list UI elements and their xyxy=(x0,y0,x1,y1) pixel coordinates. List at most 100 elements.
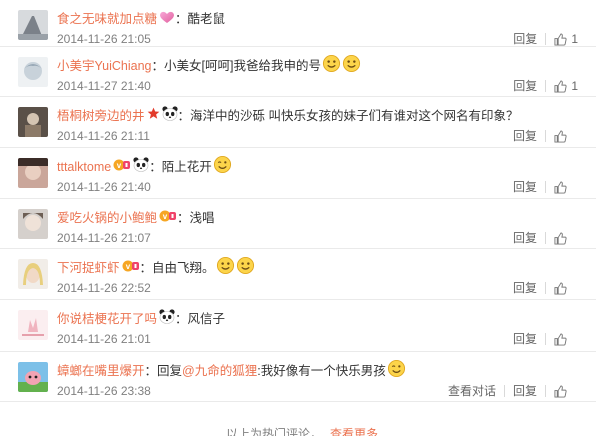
username-link[interactable]: 食之无味就加点糖 xyxy=(57,10,157,28)
thumbs-up-icon xyxy=(554,32,571,46)
action-divider xyxy=(545,232,546,244)
heart-badge-icon xyxy=(159,10,175,29)
reply-prefix: ：回复 xyxy=(144,364,183,378)
panda-badge-icon xyxy=(133,157,149,177)
username-link[interactable]: 下河捉虾虾 xyxy=(57,259,120,277)
wink-emoji-icon xyxy=(387,359,406,383)
thumbs-up-icon xyxy=(554,281,571,295)
avatar[interactable] xyxy=(18,310,48,340)
comment-text: ：风信子 xyxy=(175,312,226,326)
star-badge-icon xyxy=(147,107,160,125)
username-link[interactable]: 你说桔梗花开了吗 xyxy=(57,310,157,328)
comment-actions: 回复 1 xyxy=(513,31,578,47)
thumbs-up-icon xyxy=(554,79,571,93)
comment-item: 下河捉虾虾 v ：自由飞翔。 2014-11-26 22:52 回复 xyxy=(0,249,596,300)
like-button[interactable]: 1 xyxy=(554,32,578,46)
thumbs-up-icon xyxy=(554,180,571,194)
panda-badge-icon xyxy=(159,309,175,329)
avatar[interactable] xyxy=(18,209,48,239)
like-button[interactable] xyxy=(554,332,578,346)
comment-actions: 回复 xyxy=(513,230,578,246)
view-more-link[interactable]: 查看更多 xyxy=(330,427,378,436)
like-button[interactable] xyxy=(554,231,578,245)
svg-text:v: v xyxy=(163,212,168,221)
reply-button[interactable]: 回复 xyxy=(513,179,537,195)
smile-emoji-icon xyxy=(216,256,235,280)
comment-time: 2014-11-26 21:11 xyxy=(57,129,150,143)
username-link[interactable]: tttalktome xyxy=(57,158,111,176)
smile-emoji-icon xyxy=(322,54,341,78)
reply-button[interactable]: 回复 xyxy=(513,78,537,94)
like-button[interactable] xyxy=(554,384,578,398)
footer-label: 以上为热门评论， xyxy=(226,427,323,436)
reply-button[interactable]: 回复 xyxy=(513,230,537,246)
comment-item: tttalktome v ：陌上花开 2014-11-26 21:40 回复 xyxy=(0,148,596,199)
comment-actions: 回复 1 xyxy=(513,78,578,94)
vip-badge-icon: v xyxy=(159,209,177,228)
avatar[interactable] xyxy=(18,57,48,87)
like-button[interactable] xyxy=(554,129,578,143)
username-link[interactable]: 小美宇YuiChiang xyxy=(57,57,152,75)
action-divider xyxy=(545,333,546,345)
action-divider xyxy=(545,130,546,142)
smile-emoji-icon xyxy=(342,54,361,78)
panda-badge-icon xyxy=(161,106,178,126)
reply-button[interactable]: 回复 xyxy=(513,280,537,296)
comment-list: 食之无味就加点糖 ：酷老鼠 2014-11-26 21:05 回复 1 小美宇YuiChi… xyxy=(0,0,596,402)
like-button[interactable] xyxy=(554,180,578,194)
comment-time: 2014-11-26 21:40 xyxy=(57,180,151,194)
thumbs-up-icon xyxy=(554,231,571,245)
avatar[interactable] xyxy=(18,259,48,289)
comment-line: 小美宇YuiChiang ：小美女[呵呵]我爸给我申的号 xyxy=(57,54,361,78)
view-dialog-button[interactable]: 查看对话 xyxy=(448,383,496,399)
like-count: 1 xyxy=(571,32,578,46)
wink-emoji-icon xyxy=(213,155,232,179)
mention-link[interactable]: @九命的狐狸 xyxy=(182,362,257,380)
username-link[interactable]: 梧桐树旁边的井 xyxy=(57,107,145,125)
reply-button[interactable]: 回复 xyxy=(513,383,537,399)
comment-item: 爱吃火锅的小鲍鲍 v ：浅唱 2014-11-26 21:07 回复 xyxy=(0,199,596,249)
comment-line: 食之无味就加点糖 ：酷老鼠 xyxy=(57,10,225,28)
avatar[interactable] xyxy=(18,362,48,392)
footer-bar: 以上为热门评论， 查看更多 xyxy=(0,426,596,436)
smile-emoji-icon xyxy=(236,256,255,280)
comment-text: ：小美女[呵呵]我爸给我申的号 xyxy=(151,59,321,73)
comment-time: 2014-11-26 21:05 xyxy=(57,32,151,46)
action-divider xyxy=(545,33,547,45)
comment-text: ：酷老鼠 xyxy=(175,12,226,26)
avatar[interactable] xyxy=(18,10,48,40)
like-button[interactable]: 1 xyxy=(554,79,578,93)
comment-actions: 回复 xyxy=(513,128,578,144)
avatar[interactable] xyxy=(18,158,48,188)
like-button[interactable] xyxy=(554,281,578,295)
comment-item: 蟑螂在嘴里爆开 ：回复 @九命的狐狸:我好像有一个快乐男孩 2014-11-26 23… xyxy=(0,352,596,402)
comment-actions: 查看对话 回复 xyxy=(448,383,578,399)
svg-text:v: v xyxy=(125,262,130,271)
comment-time: 2014-11-27 21:40 xyxy=(57,79,151,93)
comment-item: 小美宇YuiChiang ：小美女[呵呵]我爸给我申的号 2014-11-27 21… xyxy=(0,47,596,97)
comment-line: 梧桐树旁边的井 ：海洋中的沙砾 叫快乐女孩的妹子们有谁对这个网名有印象？ xyxy=(57,106,519,126)
comment-text: ：陌上花开 xyxy=(149,160,212,174)
like-count: 1 xyxy=(571,79,578,93)
comment-time: 2014-11-26 21:01 xyxy=(57,332,151,346)
comment-time: 2014-11-26 21:07 xyxy=(57,231,151,245)
comment-actions: 回复 xyxy=(513,179,578,195)
reply-button[interactable]: 回复 xyxy=(513,31,537,47)
avatar[interactable] xyxy=(18,107,48,137)
action-divider xyxy=(545,181,546,193)
action-divider xyxy=(545,385,546,397)
comment-time: 2014-11-26 23:38 xyxy=(57,384,151,398)
comment-text: :我好像有一个快乐男孩 xyxy=(257,364,386,378)
comment-item: 你说桔梗花开了吗 ：风信子 2014-11-26 21:01 回复 xyxy=(0,300,596,352)
comment-item: 食之无味就加点糖 ：酷老鼠 2014-11-26 21:05 回复 1 xyxy=(0,0,596,47)
comment-line: 下河捉虾虾 v ：自由飞翔。 xyxy=(57,256,255,280)
comment-time: 2014-11-26 22:52 xyxy=(57,281,151,295)
reply-button[interactable]: 回复 xyxy=(513,331,537,347)
comment-line: 你说桔梗花开了吗 ：风信子 xyxy=(57,309,226,329)
action-divider xyxy=(545,282,546,294)
reply-button[interactable]: 回复 xyxy=(513,128,537,144)
comment-item: 梧桐树旁边的井 ：海洋中的沙砾 叫快乐女孩的妹子们有谁对这个网名有印象？ 2014-… xyxy=(0,97,596,148)
username-link[interactable]: 蟑螂在嘴里爆开 xyxy=(57,362,145,380)
username-link[interactable]: 爱吃火锅的小鲍鲍 xyxy=(57,209,157,227)
action-divider xyxy=(545,80,547,92)
